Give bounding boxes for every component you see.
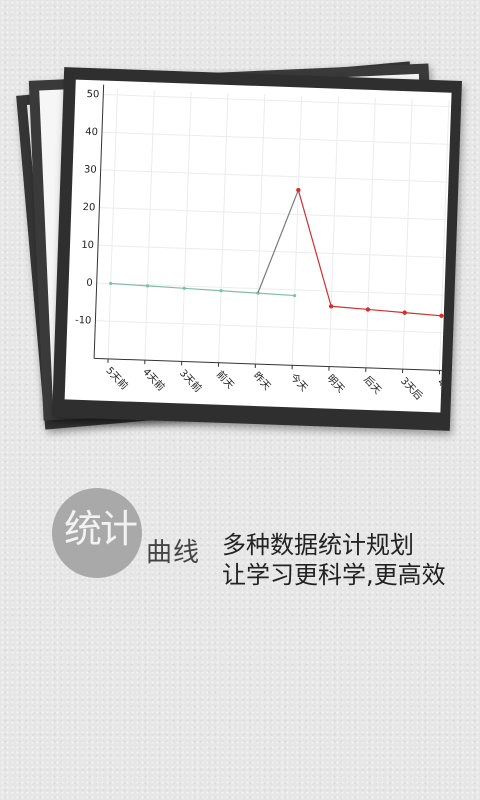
grid-line-horizontal bbox=[101, 131, 452, 146]
grid-line-horizontal bbox=[96, 282, 451, 296]
x-tick-label: 4天前 bbox=[140, 365, 167, 393]
statistics-line-chart: 50 40 30 20 10 0 -10 5天前 4天前 3天前 前天 昨天 今天 明天 后天 3天后 4天后 bbox=[75, 84, 452, 404]
feature-tag-secondary: 曲线 bbox=[146, 538, 201, 568]
feature-tag-primary: 统计 bbox=[64, 507, 138, 551]
x-tick-label: 5天前 bbox=[103, 364, 130, 392]
data-point bbox=[219, 289, 223, 293]
x-tick-label: 今天 bbox=[288, 370, 311, 393]
y-tick-label: 0 bbox=[86, 278, 93, 289]
x-tick-label: 前天 bbox=[214, 368, 237, 391]
grid-line-vertical bbox=[402, 99, 413, 370]
feature-description: 多种数据统计规划 让学习更科学,更高效 bbox=[222, 530, 446, 590]
x-tick-label: 3天前 bbox=[177, 367, 204, 395]
grid-line-vertical bbox=[254, 94, 266, 365]
data-point bbox=[439, 313, 444, 318]
chart-paper: 50 40 30 20 10 0 -10 5天前 4天前 3天前 前天 昨天 今天 明天 后天 3天后 4天后 bbox=[64, 79, 452, 413]
data-point bbox=[293, 293, 297, 298]
description-line-1: 多种数据统计规划 bbox=[222, 531, 414, 559]
x-tick-label: 昨天 bbox=[251, 370, 273, 393]
y-tick-label: -10 bbox=[75, 315, 92, 327]
grid-line-vertical bbox=[107, 89, 118, 359]
grid-line-vertical bbox=[218, 92, 229, 363]
grid-line-horizontal bbox=[99, 207, 452, 221]
data-point bbox=[182, 286, 186, 290]
y-tick-label: 50 bbox=[86, 89, 99, 100]
series-line-0 bbox=[110, 282, 295, 297]
data-point bbox=[109, 281, 113, 286]
grid-line-vertical bbox=[439, 100, 450, 371]
y-tick-label: 30 bbox=[84, 164, 97, 175]
feature-caption: 统计 曲线 多种数据统计规划 让学习更科学,更高效 bbox=[52, 488, 452, 590]
description-line-2: 让学习更科学,更高效 bbox=[222, 561, 446, 589]
grid-line-horizontal bbox=[95, 320, 450, 334]
data-point bbox=[328, 304, 334, 309]
x-tick-label: 4天后 bbox=[435, 376, 452, 403]
grid-line-horizontal bbox=[103, 94, 452, 108]
grid-line-horizontal bbox=[100, 169, 452, 183]
feature-tag-text: 统计 bbox=[64, 507, 138, 551]
series-line-1 bbox=[257, 189, 299, 294]
photo-frame-front: 50 40 30 20 10 0 -10 5天前 4天前 3天前 前天 昨天 今天 明天 后天 3天后 4天后 bbox=[52, 67, 462, 431]
y-axis-line bbox=[93, 84, 105, 359]
grid-line-vertical bbox=[365, 98, 376, 368]
grid-line-vertical bbox=[328, 96, 339, 367]
grid-line-vertical bbox=[144, 90, 155, 361]
grid-line-vertical bbox=[181, 91, 192, 362]
data-point bbox=[365, 307, 371, 312]
x-tick-label: 明天 bbox=[324, 372, 346, 395]
data-point bbox=[296, 187, 301, 193]
grid-line-vertical bbox=[291, 95, 303, 366]
x-tick-label: 后天 bbox=[361, 374, 383, 397]
y-tick-label: 10 bbox=[81, 240, 94, 251]
x-tick-label: 3天后 bbox=[398, 375, 425, 402]
data-point bbox=[402, 310, 407, 315]
y-tick-label: 40 bbox=[85, 127, 98, 138]
y-tick-label: 20 bbox=[82, 202, 95, 213]
